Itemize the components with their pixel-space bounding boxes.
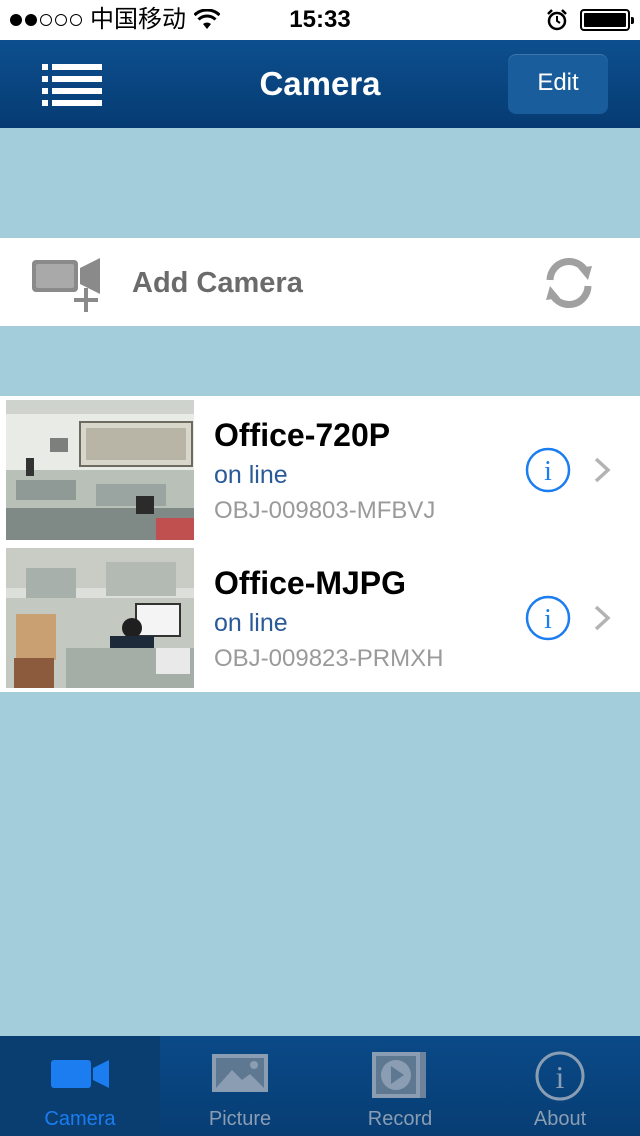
camera-list: Office-720P on line OBJ-009803-MFBVJ i O…	[0, 396, 640, 692]
add-camera-icon	[32, 258, 100, 312]
status-bar: 中国移动 15:33	[0, 0, 640, 40]
picture-icon	[212, 1054, 268, 1092]
tab-about[interactable]: i About	[480, 1036, 640, 1136]
camera-id: OBJ-009823-PRMXH	[214, 645, 444, 672]
video-camera-icon	[51, 1060, 109, 1088]
camera-row[interactable]: Office-720P on line OBJ-009803-MFBVJ i	[0, 396, 640, 544]
camera-thumbnail	[6, 400, 194, 540]
camera-thumbnail	[6, 548, 194, 688]
camera-name: Office-720P	[214, 417, 391, 453]
tab-label: Record	[367, 1108, 433, 1130]
tab-camera[interactable]: Camera	[0, 1036, 160, 1136]
svg-text:i: i	[544, 456, 552, 487]
status-time: 15:33	[289, 6, 351, 33]
camera-status: on line	[214, 461, 288, 489]
chevron-right-icon	[594, 605, 611, 631]
nav-bar: Camera Edit	[0, 40, 640, 128]
info-icon[interactable]: i	[524, 594, 572, 642]
camera-status: on line	[214, 609, 288, 637]
record-play-icon	[372, 1052, 426, 1098]
battery-icon	[580, 9, 634, 31]
alarm-icon	[547, 9, 567, 31]
chevron-right-icon	[594, 457, 611, 483]
info-icon: i	[535, 1051, 585, 1101]
camera-id: OBJ-009803-MFBVJ	[214, 497, 436, 524]
add-camera-label: Add Camera	[132, 267, 303, 299]
add-camera-row[interactable]: Add Camera	[0, 238, 640, 326]
tab-label: About	[533, 1108, 587, 1130]
tab-label: Camera	[44, 1108, 116, 1130]
tab-label: Picture	[208, 1108, 272, 1130]
refresh-icon[interactable]	[542, 256, 596, 310]
tab-picture[interactable]: Picture	[160, 1036, 320, 1136]
svg-text:i: i	[544, 604, 552, 635]
camera-name: Office-MJPG	[214, 565, 407, 601]
tab-bar: Camera Picture Record i About	[0, 1036, 640, 1136]
tab-record[interactable]: Record	[320, 1036, 480, 1136]
edit-button[interactable]: Edit	[508, 54, 608, 114]
info-icon[interactable]: i	[524, 446, 572, 494]
svg-text:i: i	[556, 1059, 565, 1095]
camera-row[interactable]: Office-MJPG on line OBJ-009823-PRMXH i	[0, 544, 640, 692]
